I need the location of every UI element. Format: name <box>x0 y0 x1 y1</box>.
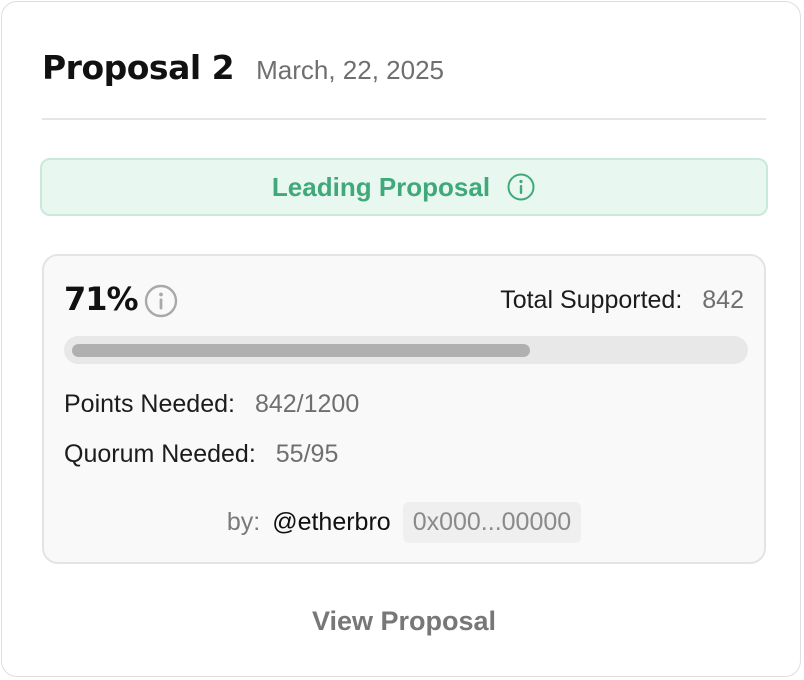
support-stats-panel: 71% Total Supported: 842 Points Needed: … <box>42 254 766 564</box>
proposal-date: March, 22, 2025 <box>256 55 444 85</box>
proposal-card: Proposal 2 March, 22, 2025 Leading Propo… <box>1 1 801 677</box>
author-handle[interactable]: @etherbro <box>272 508 391 537</box>
points-needed-value: 842/1200 <box>254 390 360 418</box>
total-supported-label: Total Supported: <box>500 286 683 314</box>
total-supported-value: 842 <box>702 286 744 314</box>
info-icon[interactable] <box>144 284 178 318</box>
support-progress-bar <box>64 336 748 364</box>
view-proposal-button[interactable]: View Proposal <box>2 606 804 637</box>
quorum-needed-label: Quorum Needed: <box>64 440 256 468</box>
author-address-badge[interactable]: 0x000...00000 <box>402 502 582 543</box>
info-icon[interactable] <box>506 172 536 202</box>
author-row: by: @etherbro 0x000...00000 <box>44 502 764 543</box>
points-needed-label: Points Needed: <box>64 390 235 418</box>
status-label: Leading Proposal <box>271 171 491 202</box>
header-divider <box>42 118 766 120</box>
support-progress-fill <box>72 344 530 357</box>
points-needed-row: Points Needed: 842/1200 <box>64 390 359 419</box>
author-by-label: by: <box>226 508 261 536</box>
proposal-header: Proposal 2 March, 22, 2025 <box>42 48 766 87</box>
quorum-needed-value: 55/95 <box>275 440 339 468</box>
quorum-needed-row: Quorum Needed: 55/95 <box>64 440 338 469</box>
support-percent: 71% <box>64 280 139 318</box>
total-supported: Total Supported: 842 <box>500 286 744 315</box>
proposal-title: Proposal 2 <box>42 48 235 87</box>
leading-proposal-banner: Leading Proposal <box>40 158 768 216</box>
